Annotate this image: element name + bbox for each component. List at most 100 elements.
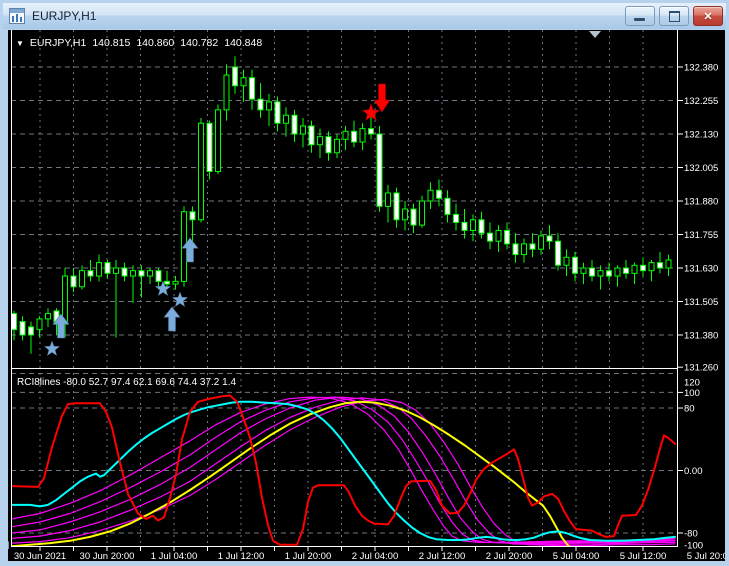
blue-star-marker xyxy=(171,291,189,308)
collapse-chart-icon[interactable]: ▼ xyxy=(16,39,24,48)
header-close: 140.848 xyxy=(224,37,263,49)
restore-button[interactable] xyxy=(659,6,689,26)
indicator-rci8lines xyxy=(11,394,676,546)
bull-candle xyxy=(665,259,672,269)
bear-candle xyxy=(504,229,510,245)
bull-candle xyxy=(300,125,306,135)
restore-icon xyxy=(669,11,680,22)
bull-candle xyxy=(359,128,366,143)
bull-candle xyxy=(334,138,340,154)
bull-candle xyxy=(215,109,221,173)
bear-candle xyxy=(572,256,578,274)
bear-candle xyxy=(436,189,442,199)
blue-star-marker xyxy=(43,340,61,357)
price-axis-label: 132.130 xyxy=(684,130,718,141)
chart-client-area: 132.380 132.255 132.130 132.005 131.880 131.7… xyxy=(1,30,729,562)
bear-candle xyxy=(121,267,128,277)
bear-candle xyxy=(206,122,213,173)
bear-candle xyxy=(138,270,145,277)
chart-window-icon xyxy=(9,8,25,24)
bull-candle xyxy=(317,136,323,146)
time-axis-label: 2 Jul 20:00 xyxy=(486,551,532,561)
time-axis-label: 2 Jul 12:00 xyxy=(419,551,465,561)
bull-candle xyxy=(495,229,502,242)
minimize-icon xyxy=(634,18,645,21)
time-axis-label: 2 Jul 04:00 xyxy=(352,551,398,561)
bear-candle xyxy=(368,128,374,135)
indicator-axis-label: -80 xyxy=(684,528,698,539)
time-axis[interactable]: 30 Jun 2021 30 Jun 20:00 1 Jul 04:00 1 Jul … xyxy=(14,547,729,562)
bull-candle xyxy=(96,262,102,277)
bear-candle xyxy=(189,211,196,221)
bear-candle xyxy=(657,262,663,269)
bull-candle xyxy=(266,101,272,111)
close-button[interactable]: ✕ xyxy=(693,6,723,26)
bear-candle xyxy=(453,213,459,223)
price-axis-label: 131.755 xyxy=(684,230,718,241)
time-axis-label: 1 Jul 12:00 xyxy=(218,551,264,561)
bull-candle xyxy=(130,270,136,277)
bear-candle xyxy=(291,114,298,135)
bear-candle xyxy=(257,98,264,111)
bull-candle xyxy=(198,122,204,221)
indicator-axis[interactable]: 120100 80 0.00 -80 -100 xyxy=(678,378,703,552)
window-title: EURJPY,H1 xyxy=(32,9,97,23)
header-high: 140.860 xyxy=(136,37,175,49)
bull-candle xyxy=(631,264,638,274)
bull-candle xyxy=(402,208,408,221)
bear-candle xyxy=(487,232,493,242)
bear-candle xyxy=(104,262,111,274)
price-axis[interactable]: 132.380 132.255 132.130 132.005 131.880 131.7… xyxy=(678,63,718,374)
header-symbol: EURJPY,H1 xyxy=(29,37,87,49)
bear-candle xyxy=(249,77,255,100)
bull-candle xyxy=(648,262,655,272)
bear-candle xyxy=(28,326,34,336)
bear-candle xyxy=(351,130,357,143)
chart-shift-marker-icon[interactable] xyxy=(589,31,601,38)
bear-candle xyxy=(555,240,561,266)
indicator-label: RCI8lines -80.0 52.7 97.4 62.1 69.6 74.4… xyxy=(17,377,237,388)
bear-candle xyxy=(589,267,595,277)
corner-grip-icon[interactable] xyxy=(1,541,9,549)
bull-candle xyxy=(113,267,119,274)
price-axis-label: 131.880 xyxy=(684,197,718,208)
header-open: 140.815 xyxy=(92,37,131,49)
bear-candle xyxy=(376,133,383,207)
rci-magenta-4-line xyxy=(11,397,676,546)
bear-candle xyxy=(325,136,332,154)
bear-candle xyxy=(623,267,629,274)
bull-candle xyxy=(470,219,476,231)
indicator-axis-label: 120 xyxy=(684,378,700,389)
bear-candle xyxy=(155,270,162,282)
chart-canvas[interactable]: 132.380 132.255 132.130 132.005 131.880 131.7… xyxy=(1,30,729,562)
bull-candle xyxy=(597,270,604,277)
bull-candle xyxy=(563,256,570,266)
price-axis-label: 132.005 xyxy=(684,163,718,174)
close-icon: ✕ xyxy=(703,10,713,23)
blue-arrow-up-marker xyxy=(163,306,181,332)
minimize-button[interactable] xyxy=(625,6,655,26)
bear-candle xyxy=(410,208,417,226)
bear-candle xyxy=(444,197,451,215)
price-axis-label: 131.260 xyxy=(684,363,718,374)
bull-candle xyxy=(419,200,425,226)
indicator-axis-label: 0.00 xyxy=(684,466,703,477)
window-titlebar[interactable]: EURJPY,H1 ✕ xyxy=(3,3,726,29)
bull-candle xyxy=(580,267,587,274)
bear-candle xyxy=(512,243,519,256)
bull-candle xyxy=(79,270,85,288)
bull-candle xyxy=(283,114,289,124)
bear-candle xyxy=(393,192,400,221)
bear-candle xyxy=(164,280,170,285)
chart-window: EURJPY,H1 ✕ 132.380 132.255 132.130 132.005… xyxy=(0,0,729,566)
red-arrow-down-marker xyxy=(373,83,391,113)
bear-candle xyxy=(70,275,77,288)
bear-candle xyxy=(308,125,315,146)
bear-candle xyxy=(274,101,281,124)
bull-candle xyxy=(240,77,247,87)
bull-candle xyxy=(172,280,179,285)
header-low: 140.782 xyxy=(180,37,219,49)
price-axis-label: 132.255 xyxy=(684,96,718,107)
bear-candle xyxy=(606,270,612,277)
bull-candle xyxy=(385,192,391,207)
